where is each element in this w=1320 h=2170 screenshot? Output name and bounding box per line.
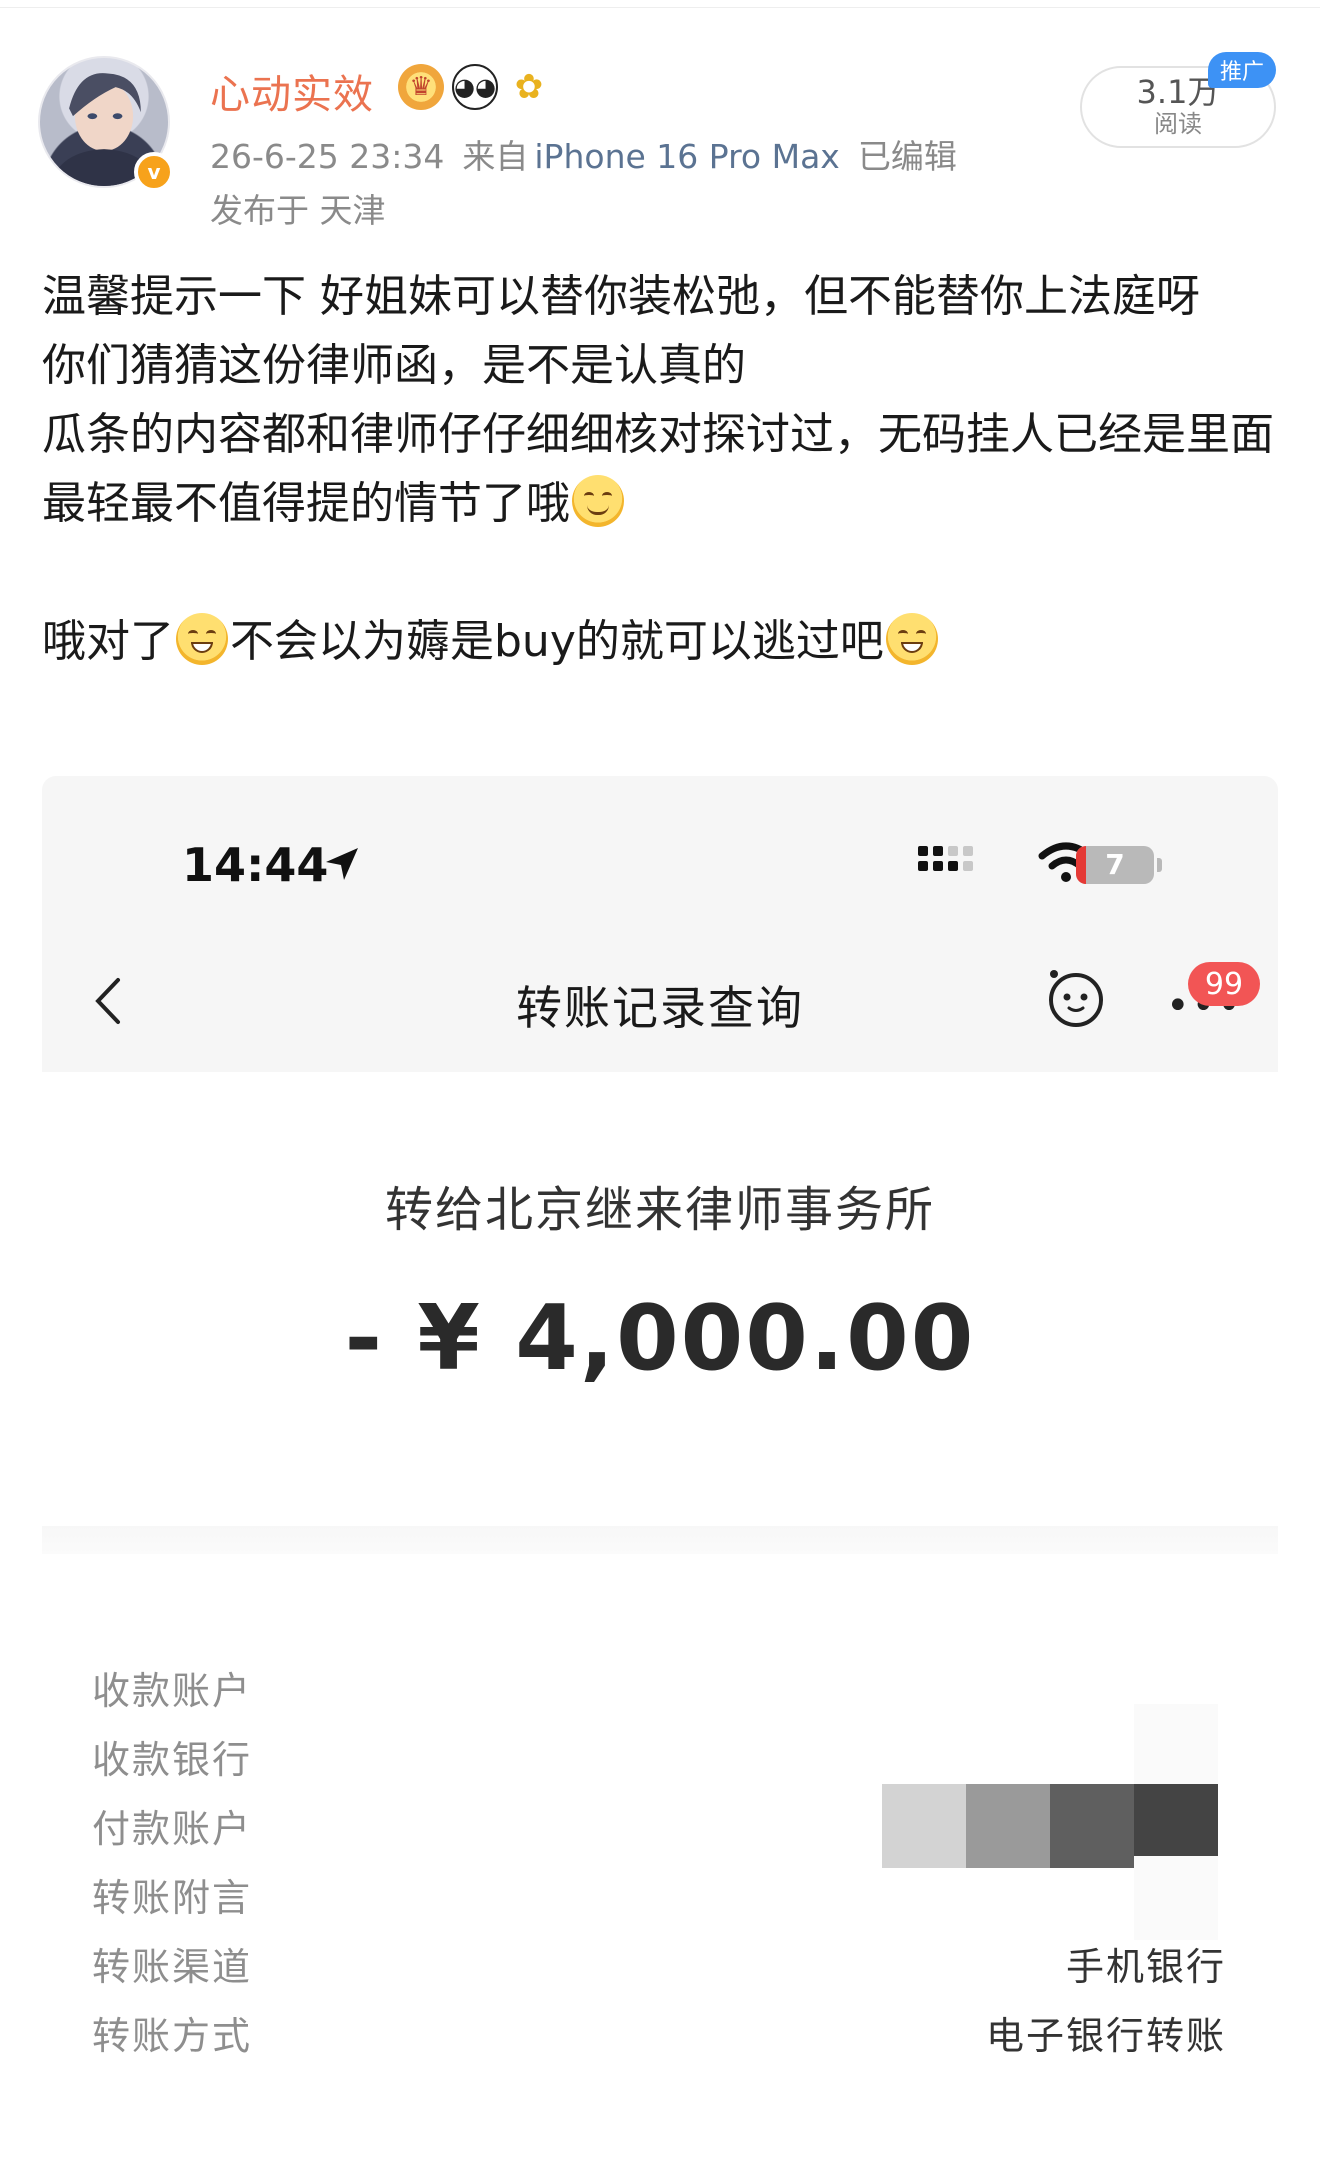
location-arrow-icon <box>326 848 358 880</box>
post-line-4: 哦对了 不会以为薅是buy的就可以逃过吧 <box>42 607 1282 676</box>
post-line-2: 你们猜猜这份律师函，是不是认真的 <box>42 340 746 391</box>
redacted-blur <box>1134 1704 1218 1788</box>
user-name[interactable]: 心动实效 <box>210 62 374 120</box>
row-label-payee-account: 收款账户 <box>92 1669 253 1713</box>
battery-level: 7 <box>1105 848 1125 881</box>
row-label-payee-bank: 收款银行 <box>92 1738 253 1782</box>
row-value-transfer-method: 电子银行转账 <box>985 2014 1226 2058</box>
smile-emoji-icon <box>572 475 624 527</box>
row-label-transfer-channel: 转账渠道 <box>92 1945 253 1989</box>
redacted-blur <box>1134 1856 1218 1940</box>
avatar[interactable]: v <box>38 56 178 196</box>
status-time: 14:44 <box>182 838 329 892</box>
transfer-amount: - ¥ 4,000.00 <box>344 1286 976 1391</box>
row-label-transfer-note: 转账附言 <box>92 1876 253 1920</box>
post-line-4-part2: 不会以为薅是buy的就可以逃过吧 <box>230 616 884 667</box>
post-image[interactable]: 14:44 7 转账记录查询 ••• 99 转给北京继来律师事务所 - ¥ 4,… <box>42 776 1278 2170</box>
post-meta: 26-6-25 23:34 来自 iPhone 16 Pro Max 已编辑 <box>210 130 975 178</box>
promo-tag[interactable]: 推广 <box>1208 52 1276 88</box>
crown-badge-icon[interactable]: ♛ <box>398 64 444 110</box>
row-value-transfer-channel: 手机银行 <box>1065 1945 1226 1989</box>
unread-badge: 99 <box>1188 962 1260 1006</box>
mosaic-block <box>966 1784 1050 1868</box>
row-label-transfer-method: 转账方式 <box>92 2014 253 2058</box>
post-body: 温馨提示一下 好姐妹可以替你装松弛，但不能替你上法庭呀 你们猜猜这份律师函，是不… <box>42 262 1282 676</box>
phone-header: 14:44 7 转账记录查询 ••• 99 <box>42 776 1278 1072</box>
post-line-3: 瓜条的内容都和律师仔仔细细核对探讨过，无码挂人已经是里面最轻最不值得提的情节了哦 <box>42 400 1282 538</box>
source-device[interactable]: iPhone 16 Pro Max <box>534 137 839 176</box>
post-timestamp: 26-6-25 23:34 <box>210 137 445 176</box>
edited-label[interactable]: 已编辑 <box>858 137 957 176</box>
user-badges: ♛ ◕◕ ✿ <box>398 64 552 110</box>
grin-emoji-icon <box>176 613 228 665</box>
mosaic-block <box>882 1784 966 1868</box>
panda-badge-icon[interactable]: ◕◕ <box>452 64 498 110</box>
section-divider <box>42 1526 1278 1554</box>
post-line-1: 温馨提示一下 好姐妹可以替你装松弛，但不能替你上法庭呀 <box>42 271 1200 322</box>
source-prefix: 来自 <box>462 137 529 176</box>
mosaic-block <box>1050 1784 1134 1868</box>
assistant-robot-icon[interactable] <box>1042 964 1108 1030</box>
grin-emoji-icon <box>885 613 938 665</box>
post-line-3-text: 瓜条的内容都和律师仔仔细细核对探讨过，无码挂人已经是里面最轻最不值得提的情节了哦 <box>42 409 1274 529</box>
top-divider <box>0 0 1320 8</box>
post-line-4-part1: 哦对了 <box>42 616 174 667</box>
battery-icon: 7 <box>1076 846 1162 884</box>
row-label-payer-account: 付款账户 <box>92 1807 253 1851</box>
read-label: 阅读 <box>1154 110 1202 138</box>
post-location: 发布于 天津 <box>210 191 386 230</box>
cell-signal-icon <box>918 846 973 871</box>
sunflower-badge-icon[interactable]: ✿ <box>506 64 552 110</box>
verified-icon: v <box>134 152 174 192</box>
recipient-line: 转给北京继来律师事务所 <box>384 1182 935 1238</box>
